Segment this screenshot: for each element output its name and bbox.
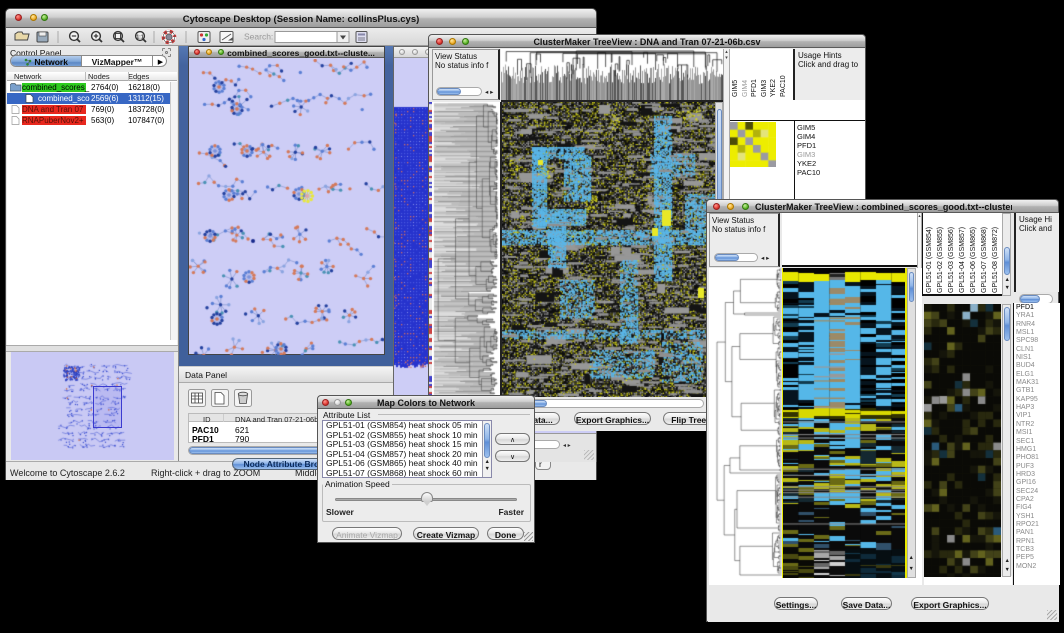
svg-text:1:1: 1:1 — [136, 34, 143, 40]
svg-text:Search:: Search: — [244, 32, 273, 42]
